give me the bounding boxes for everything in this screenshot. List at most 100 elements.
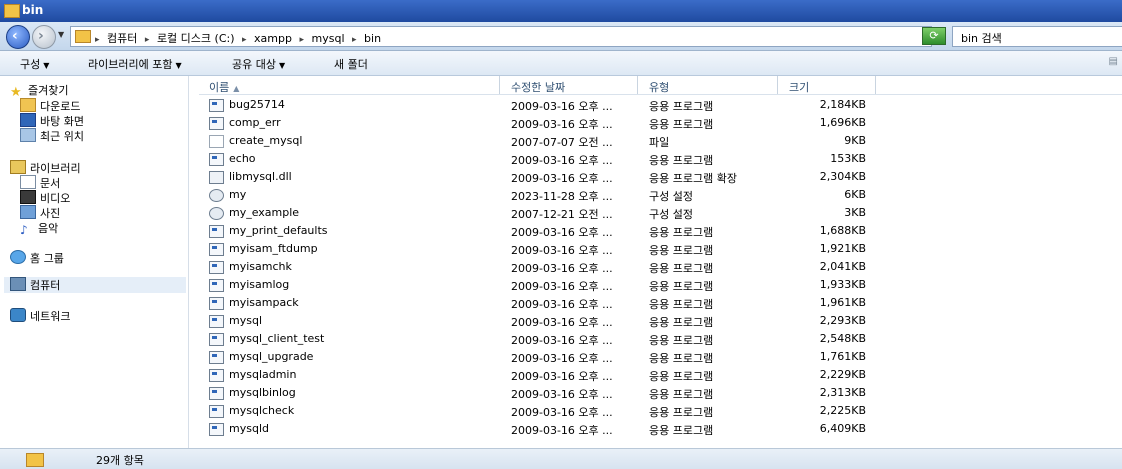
application-icon [209, 387, 224, 400]
include-library-button[interactable]: 라이브러리에 포함 ▼ [88, 56, 182, 72]
search-input[interactable]: bin 검색 [952, 26, 1122, 47]
file-row[interactable]: my 2023-11-28 오후 ... 구성 설정 6KB [199, 186, 1122, 204]
organize-button[interactable]: 구성 ▼ [20, 56, 49, 72]
homegroup-icon [10, 250, 26, 264]
chevron-right-icon[interactable]: ▸ [95, 35, 100, 45]
file-row[interactable]: mysqlcheck 2009-03-16 오후 ... 응용 프로그램 2,225K… [199, 402, 1122, 420]
crumb-mysql[interactable]: mysql [312, 32, 345, 45]
folder-icon [75, 30, 91, 43]
forward-button[interactable]: › [32, 25, 56, 49]
nav-favorites[interactable]: ★ 즐겨찾기 [10, 82, 68, 99]
file-size: 9KB [844, 134, 866, 147]
file-row[interactable]: comp_err 2009-03-16 오후 ... 응용 프로그램 1,696KB [199, 114, 1122, 132]
file-date: 2009-03-16 오후 ... [511, 352, 613, 365]
column-divider[interactable] [777, 76, 778, 94]
chevron-down-icon: ▼ [278, 61, 286, 70]
column-divider[interactable] [875, 76, 876, 94]
file-size: 1,933KB [819, 278, 866, 291]
nav-recent[interactable]: 최근 위치 [20, 128, 84, 144]
crumb-bin[interactable]: bin [364, 32, 381, 45]
file-type: 응용 프로그램 [649, 388, 714, 401]
file-date: 2009-03-16 오후 ... [511, 334, 613, 347]
share-button[interactable]: 공유 대상 ▼ [232, 56, 285, 72]
chevron-down-icon: ▼ [175, 61, 182, 70]
file-date: 2009-03-16 오후 ... [511, 262, 613, 275]
file-type: 파일 [649, 136, 670, 149]
file-date: 2009-03-16 오후 ... [511, 244, 613, 257]
nav-pictures[interactable]: 사진 [20, 205, 60, 221]
file-name: mysql [229, 314, 262, 327]
application-icon [209, 99, 224, 112]
back-button[interactable]: ‹ [6, 25, 30, 49]
nav-label: 비디오 [40, 192, 71, 205]
view-options-icon[interactable]: ▤ [1109, 56, 1118, 67]
file-date: 2009-03-16 오후 ... [511, 226, 613, 239]
file-row[interactable]: mysql_upgrade 2009-03-16 오후 ... 응용 프로그램 1,7… [199, 348, 1122, 366]
arrow-right-icon: › [38, 28, 44, 44]
file-type: 응용 프로그램 [649, 118, 714, 131]
chevron-right-icon[interactable]: ▸ [145, 35, 150, 45]
column-divider[interactable] [499, 76, 500, 94]
search-placeholder: bin 검색 [961, 32, 1002, 45]
col-type-header[interactable]: 유형 [649, 79, 669, 94]
nav-label: 문서 [40, 177, 61, 190]
file-row[interactable]: libmysql.dll 2009-03-16 오후 ... 응용 프로그램 확장 2… [199, 168, 1122, 186]
new-folder-button[interactable]: 새 폴더 [334, 56, 368, 72]
file-row[interactable]: echo 2009-03-16 오후 ... 응용 프로그램 153KB [199, 150, 1122, 168]
nav-label: 즐겨찾기 [28, 84, 69, 97]
config-file-icon [209, 189, 224, 202]
crumb-computer[interactable]: 컴퓨터 [107, 32, 137, 45]
file-row[interactable]: my_print_defaults 2009-03-16 오후 ... 응용 프로그… [199, 222, 1122, 240]
recent-pages-dropdown[interactable]: ▼ [58, 30, 64, 39]
file-row[interactable]: myisamlog 2009-03-16 오후 ... 응용 프로그램 1,933KB [199, 276, 1122, 294]
nav-network[interactable]: 네트워크 [10, 308, 70, 324]
file-row[interactable]: mysql_client_test 2009-03-16 오후 ... 응용 프로그… [199, 330, 1122, 348]
application-icon [209, 117, 224, 130]
nav-homegroup[interactable]: 홈 그룹 [10, 250, 64, 266]
crumb-xampp[interactable]: xampp [254, 32, 292, 45]
application-icon [209, 315, 224, 328]
nav-documents[interactable]: 문서 [20, 175, 60, 191]
file-row[interactable]: mysqladmin 2009-03-16 오후 ... 응용 프로그램 2,229K… [199, 366, 1122, 384]
col-size-header[interactable]: 크기 [789, 79, 809, 94]
nav-videos[interactable]: 비디오 [20, 190, 70, 206]
file-row[interactable]: create_mysql 2007-07-07 오전 ... 파일 9KB [199, 132, 1122, 150]
dll-file-icon [209, 171, 224, 184]
file-name: libmysql.dll [229, 170, 292, 183]
file-type: 응용 프로그램 [649, 244, 714, 257]
config-file-icon [209, 207, 224, 220]
application-icon [209, 279, 224, 292]
breadcrumb[interactable]: ▸ 컴퓨터 ▸ 로컬 디스크 (C:) ▸ xampp ▸ mysql ▸ bi… [70, 26, 981, 47]
file-row[interactable]: mysql 2009-03-16 오후 ... 응용 프로그램 2,293KB [199, 312, 1122, 330]
file-size: 153KB [830, 152, 866, 165]
nav-downloads[interactable]: 다운로드 [20, 98, 80, 114]
file-date: 2009-03-16 오후 ... [511, 316, 613, 329]
status-bar: 29개 항목 [0, 448, 1122, 469]
column-divider[interactable] [637, 76, 638, 94]
nav-music[interactable]: ♪ 음악 [20, 220, 58, 236]
chevron-right-icon[interactable]: ▸ [352, 35, 357, 45]
file-row[interactable]: mysqld 2009-03-16 오후 ... 응용 프로그램 6,409KB [199, 420, 1122, 438]
file-row[interactable]: bug25714 2009-03-16 오후 ... 응용 프로그램 2,184KB [199, 96, 1122, 114]
chevron-right-icon[interactable]: ▸ [242, 35, 247, 45]
file-row[interactable]: myisamchk 2009-03-16 오후 ... 응용 프로그램 2,041KB [199, 258, 1122, 276]
nav-desktop[interactable]: 바탕 화면 [20, 113, 84, 129]
share-label: 공유 대상 [232, 58, 276, 71]
application-icon [209, 369, 224, 382]
col-name-header[interactable]: 이름 ▲ [209, 79, 239, 94]
nav-computer[interactable]: 컴퓨터 [4, 277, 186, 293]
crumb-local-disk[interactable]: 로컬 디스크 (C:) [157, 32, 235, 45]
col-date-header[interactable]: 수정한 날짜 [511, 79, 565, 94]
file-size: 2,041KB [819, 260, 866, 273]
refresh-button[interactable]: ⟳ [922, 27, 946, 45]
file-row[interactable]: mysqlbinlog 2009-03-16 오후 ... 응용 프로그램 2,313… [199, 384, 1122, 402]
file-row[interactable]: myisampack 2009-03-16 오후 ... 응용 프로그램 1,961K… [199, 294, 1122, 312]
chevron-right-icon[interactable]: ▸ [299, 35, 304, 45]
file-row[interactable]: myisam_ftdump 2009-03-16 오후 ... 응용 프로그램 1,9… [199, 240, 1122, 258]
file-date: 2009-03-16 오후 ... [511, 100, 613, 113]
file-name: mysql_upgrade [229, 350, 314, 363]
refresh-icon: ⟳ [929, 29, 939, 42]
file-name: echo [229, 152, 256, 165]
nav-libraries[interactable]: 라이브러리 [10, 160, 81, 176]
file-row[interactable]: my_example 2007-12-21 오전 ... 구성 설정 3KB [199, 204, 1122, 222]
